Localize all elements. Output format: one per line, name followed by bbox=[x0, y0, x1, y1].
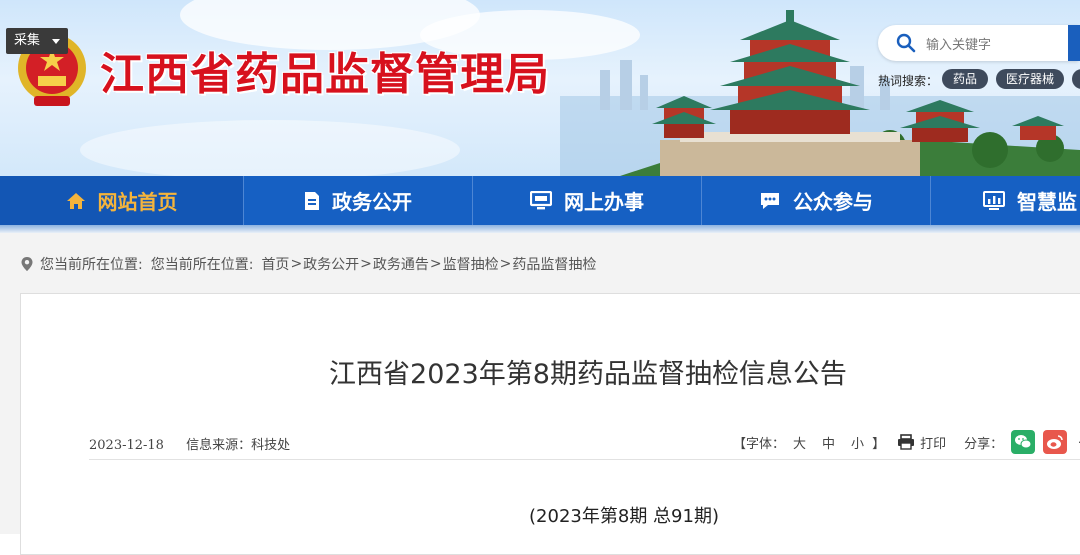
search-box bbox=[878, 25, 1078, 61]
search-submit-button[interactable] bbox=[1068, 25, 1080, 61]
nav-item-government-affairs[interactable]: 政务公开 bbox=[244, 176, 473, 225]
chevron-down-icon bbox=[52, 39, 60, 44]
nav-item-smart-supervision[interactable]: 智慧监 bbox=[931, 176, 1080, 225]
weibo-icon bbox=[1047, 435, 1063, 449]
print-button[interactable]: 打印 bbox=[897, 433, 946, 452]
breadcrumb-separator: > bbox=[429, 256, 442, 272]
chat-icon bbox=[761, 192, 779, 209]
home-icon bbox=[66, 192, 85, 209]
article-meta: 2023-12-18 信息来源：科技处 bbox=[89, 434, 308, 453]
breadcrumb-prefix: 您当前所在位置: bbox=[40, 257, 143, 273]
breadcrumb-link-government-affairs[interactable]: 政务公开 bbox=[303, 254, 359, 274]
info-source: 信息来源：科技处 bbox=[186, 438, 291, 453]
breadcrumb-separator: > bbox=[360, 256, 372, 272]
location-pin-icon bbox=[21, 257, 33, 271]
document-icon bbox=[305, 191, 319, 210]
breadcrumb: 您当前所在位置: 您当前所在位置: 首页 > 政务公开 > 政务通告 > 监督抽… bbox=[20, 254, 596, 274]
nav-label: 政务公开 bbox=[332, 190, 412, 214]
font-size-large[interactable]: 大 bbox=[793, 433, 806, 452]
breadcrumb-separator: > bbox=[290, 256, 303, 272]
issue-number: (2023年第8期 总91期) bbox=[529, 506, 719, 527]
meta-divider bbox=[89, 459, 1080, 460]
nav-label: 智慧监 bbox=[1017, 190, 1077, 214]
breadcrumb-link-sampling[interactable]: 监督抽检 bbox=[443, 254, 499, 274]
hot-tag-drugs[interactable]: 药品 bbox=[942, 69, 988, 89]
share-weibo-button[interactable] bbox=[1043, 430, 1068, 454]
wechat-icon bbox=[1015, 435, 1032, 449]
article-panel: 江西省2023年第8期药品监督抽检信息公告 2023-12-18 信息来源：科技… bbox=[20, 293, 1080, 555]
nav-item-online-services[interactable]: 网上办事 bbox=[473, 176, 702, 225]
font-size-label: 【字体： bbox=[733, 436, 786, 452]
publish-date: 2023-12-18 bbox=[89, 438, 164, 453]
site-header: 采集 江西省药品监督管理局 热词搜索： 药品 医疗器械 bbox=[0, 0, 1080, 176]
hot-tag-medical-devices[interactable]: 医疗器械 bbox=[996, 69, 1064, 89]
font-size-medium[interactable]: 中 bbox=[822, 433, 835, 452]
main-navigation: 网站首页 政务公开 网上办事 公众参与 智慧监 bbox=[0, 176, 1080, 225]
monitor-icon bbox=[530, 190, 552, 209]
nav-item-home[interactable]: 网站首页 bbox=[0, 176, 244, 225]
breadcrumb-link-drug-sampling[interactable]: 药品监督抽检 bbox=[512, 254, 596, 274]
nav-shadow bbox=[0, 225, 1080, 233]
share-wechat-button[interactable] bbox=[1011, 430, 1036, 454]
print-label: 打印 bbox=[920, 436, 947, 452]
font-size-label-close: 】 bbox=[872, 436, 886, 452]
article-title: 江西省2023年第8期药品监督抽检信息公告 bbox=[329, 359, 847, 390]
breadcrumb-link-notices[interactable]: 政务通告 bbox=[373, 254, 429, 274]
nav-label: 网上办事 bbox=[564, 190, 644, 214]
font-size-small[interactable]: 小 bbox=[851, 433, 864, 452]
collect-button[interactable]: 采集 bbox=[6, 28, 68, 54]
breadcrumb-link-home[interactable]: 首页 bbox=[261, 254, 289, 274]
nav-label: 公众参与 bbox=[793, 190, 873, 214]
search-icon[interactable] bbox=[896, 33, 916, 53]
search-input[interactable] bbox=[924, 33, 1068, 55]
breadcrumb-prefix-2: 您当前所在位置: bbox=[150, 257, 254, 273]
collect-label: 采集 bbox=[14, 33, 41, 48]
hot-words-label: 热词搜索： bbox=[878, 74, 939, 88]
printer-icon bbox=[898, 434, 915, 450]
share-label: 分享： bbox=[964, 436, 1004, 452]
site-title: 江西省药品监督管理局 bbox=[100, 49, 550, 100]
article-tools: 【字体： 大 中 小 】 打印 分享： bbox=[733, 428, 1080, 456]
dashboard-icon bbox=[983, 190, 1005, 210]
nav-label: 网站首页 bbox=[97, 190, 178, 214]
nav-item-public-participation[interactable]: 公众参与 bbox=[702, 176, 931, 225]
breadcrumb-separator: > bbox=[499, 256, 512, 272]
